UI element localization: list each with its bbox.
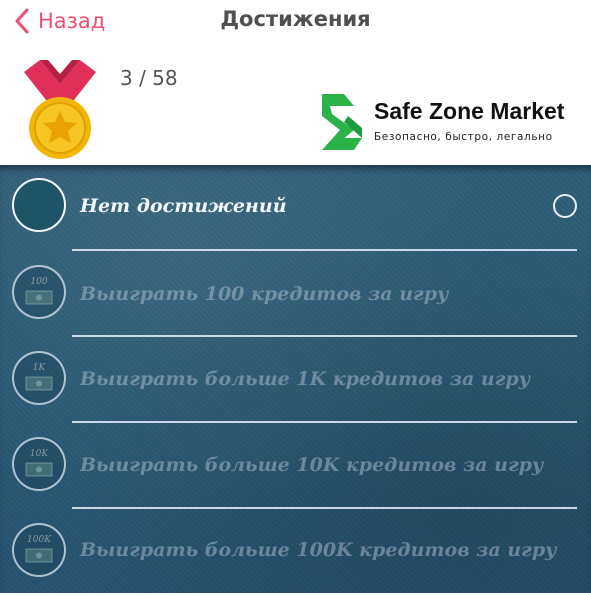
- select-radio[interactable]: [553, 194, 577, 218]
- medal-icon: [24, 60, 96, 159]
- achievement-icon: [12, 178, 66, 232]
- page-title: Достижения: [220, 7, 371, 31]
- achievements-list: Нет достижений 100 Выиграть 100 кредитов…: [0, 165, 591, 593]
- safe-zone-market-logo: Safe Zone Market Безопасно, быстро, лега…: [318, 92, 580, 154]
- list-item[interactable]: 1K Выиграть больше 1K кредитов за игру: [0, 337, 591, 423]
- list-item[interactable]: Нет достижений: [0, 165, 591, 251]
- achievement-label: Выиграть 100 кредитов за игру: [80, 283, 449, 305]
- top-bar: Назад Достижения 3 / 58 Safe Zone Market…: [0, 0, 591, 165]
- list-item[interactable]: 100K Выиграть больше 100K кредитов за иг…: [0, 509, 591, 595]
- achievement-label: Выиграть больше 1K кредитов за игру: [80, 368, 531, 390]
- logo-name: Safe Zone Market: [374, 98, 565, 124]
- achievement-label: Выиграть больше 100K кредитов за игру: [80, 539, 557, 561]
- achievement-label: Выиграть больше 10K кредитов за игру: [80, 454, 544, 476]
- list-item[interactable]: 10K Выиграть больше 10K кредитов за игру: [0, 423, 591, 509]
- credits-badge-icon: 100K: [12, 523, 66, 577]
- credits-badge-icon: 100: [12, 265, 66, 319]
- credits-badge-icon: 1K: [12, 351, 66, 405]
- sz-logo-icon: [322, 94, 362, 150]
- logo-tagline: Безопасно, быстро, легально: [374, 131, 553, 143]
- list-item[interactable]: 100 Выиграть 100 кредитов за игру: [0, 251, 591, 337]
- achievement-label: Нет достижений: [80, 195, 287, 217]
- achievement-progress: 3 / 58: [120, 66, 178, 90]
- credits-badge-icon: 10K: [12, 437, 66, 491]
